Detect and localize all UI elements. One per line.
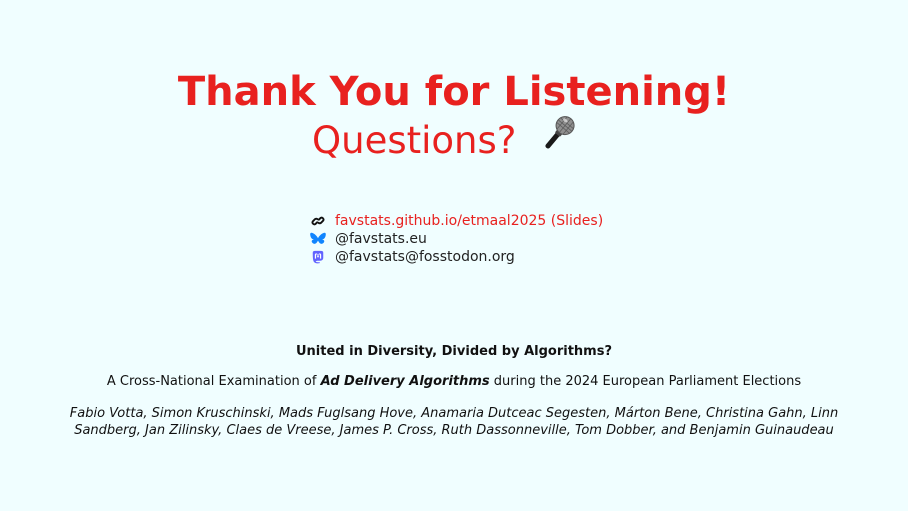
slides-link[interactable]: favstats.github.io/etmaal2025 (Slides)	[335, 212, 603, 230]
paper-subtitle-emphasis: Ad Delivery Algorithms	[320, 374, 490, 389]
slide: Thank You for Listening! Questions? favs…	[0, 0, 908, 511]
link-icon	[310, 213, 326, 229]
link-row-mastodon[interactable]: @favstats@fosstodon.org	[310, 248, 603, 266]
paper-subtitle-prefix: A Cross-National Examination of	[106, 374, 321, 389]
bluesky-butterfly-icon	[310, 231, 326, 247]
paper-title: United in Diversity, Divided by Algorith…	[295, 344, 612, 359]
subtitle-text: Questions?	[312, 119, 517, 162]
link-row-slides[interactable]: favstats.github.io/etmaal2025 (Slides)	[310, 212, 603, 230]
mastodon-handle[interactable]: @favstats@fosstodon.org	[335, 248, 515, 266]
paper-subtitle: A Cross-National Examination of Ad Deliv…	[0, 374, 908, 390]
slide-subtitle: Questions?	[312, 115, 580, 168]
paper-authors: Fabio Votta, Simon Kruschinski, Mads Fug…	[69, 406, 839, 438]
mastodon-icon	[310, 249, 326, 265]
contact-links: favstats.github.io/etmaal2025 (Slides) @…	[310, 212, 603, 266]
slide-title: Thank You for Listening!	[177, 69, 731, 115]
bluesky-handle[interactable]: @favstats.eu	[335, 230, 427, 248]
paper-subtitle-suffix: during the 2024 European Parliament Elec…	[489, 374, 802, 389]
link-row-bluesky[interactable]: @favstats.eu	[310, 230, 603, 248]
microphone-icon	[536, 112, 580, 168]
